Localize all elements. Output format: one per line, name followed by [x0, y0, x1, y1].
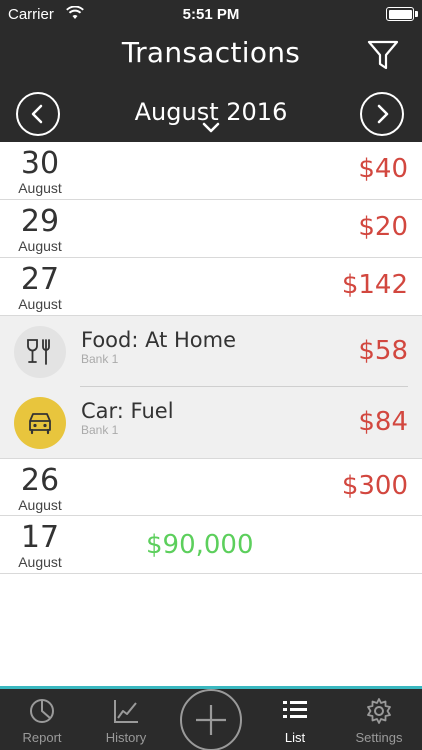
transaction-account: Bank 1 [81, 423, 119, 437]
day-total: $300 [341, 471, 408, 501]
tab-label: Settings [355, 730, 403, 745]
gear-icon [367, 698, 391, 724]
battery-icon [386, 7, 414, 21]
day-month: August [18, 296, 62, 312]
day-total: $142 [341, 270, 408, 300]
day-row[interactable]: 17 August $90,000 [0, 516, 422, 574]
tab-label: Report [22, 730, 62, 745]
header: Carrier 5:51 PM Transactions August 2016 [0, 0, 422, 142]
list-icon [283, 701, 307, 718]
day-month: August [18, 238, 62, 254]
day-number: 30 [20, 146, 60, 181]
category-icon [14, 326, 66, 378]
day-month: August [18, 497, 62, 513]
car-icon [29, 413, 51, 435]
transaction-name: Car: Fuel [81, 399, 174, 423]
add-transaction-button[interactable] [180, 689, 242, 750]
tab-report[interactable]: Report [0, 689, 84, 750]
day-number: 29 [20, 204, 60, 239]
day-total: $20 [358, 212, 408, 242]
category-icon [14, 397, 66, 449]
transaction-row[interactable]: Car: Fuel Bank 1 $84 [0, 387, 422, 458]
battery-tip [415, 11, 418, 17]
tab-list[interactable]: List [253, 689, 337, 750]
plus-icon [196, 705, 226, 735]
day-row[interactable]: 30 August $40 [0, 142, 422, 200]
tab-settings[interactable]: Settings [337, 689, 421, 750]
next-month-button[interactable] [360, 92, 404, 136]
day-month: August [18, 554, 62, 570]
day-total: $40 [358, 154, 408, 184]
chevron-down-icon[interactable] [201, 122, 221, 134]
day-row[interactable]: 27 August $142 [0, 258, 422, 316]
transaction-row[interactable]: Food: At Home Bank 1 $58 [0, 316, 422, 387]
status-bar: Carrier 5:51 PM [0, 0, 422, 30]
transaction-amount: $84 [358, 407, 408, 437]
clock: 5:51 PM [182, 6, 240, 23]
pie-chart-icon [30, 699, 54, 723]
day-number: 27 [20, 262, 60, 297]
day-number: 17 [20, 520, 60, 555]
transaction-list: 30 August $40 29 August $20 27 August $1… [0, 142, 422, 574]
line-chart-icon [114, 700, 138, 723]
tab-label: List [284, 730, 306, 745]
transaction-name: Food: At Home [81, 328, 237, 352]
fork-glass-icon [27, 339, 50, 365]
day-income: $90,000 [146, 530, 254, 560]
transaction-account: Bank 1 [81, 352, 119, 366]
tab-history[interactable]: History [84, 689, 168, 750]
day-month: August [18, 180, 62, 196]
day-row[interactable]: 29 August $20 [0, 200, 422, 258]
transaction-amount: $58 [358, 336, 408, 366]
tab-bar: Report History List Settings [0, 686, 422, 750]
day-number: 26 [20, 463, 60, 498]
month-selector: August 2016 [0, 92, 422, 138]
filter-icon[interactable] [366, 38, 400, 72]
chevron-right-icon [377, 104, 389, 124]
tab-label: History [105, 730, 147, 745]
page-title: Transactions [121, 36, 301, 69]
day-row[interactable]: 26 August $300 [0, 458, 422, 516]
